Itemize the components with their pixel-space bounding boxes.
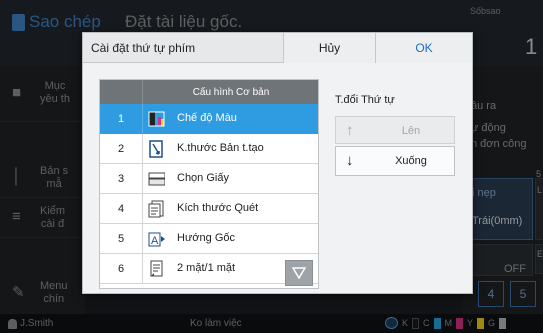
scroll-down-button[interactable]: [285, 260, 313, 286]
arrow-down-icon: ↓: [346, 152, 354, 169]
row-number: 1: [100, 104, 143, 134]
row-label: 2 mặt/1 mặt: [177, 262, 236, 274]
paper-tray-icon: [148, 172, 165, 186]
row-label: Kích thước Quét: [177, 202, 259, 214]
ok-button[interactable]: OK: [375, 33, 472, 63]
list-item[interactable]: 3 Chọn Giấy: [100, 164, 318, 194]
list-item[interactable]: 2 K.thước Bản t.tạo: [100, 134, 318, 164]
screen: Sao chép Đặt tài liệu gốc. Sốbsao 1 ■ Mụ…: [0, 0, 543, 333]
row-number: 5: [100, 224, 143, 254]
change-order-label: T.đổi Thứ tự: [335, 94, 395, 106]
svg-text:A: A: [151, 235, 159, 247]
row-label: Chế độ Màu: [177, 112, 237, 124]
arrow-up-icon: ↑: [346, 122, 354, 139]
orientation-icon: A: [148, 232, 165, 247]
move-down-label: Xuống: [395, 155, 427, 167]
triangle-down-icon: [292, 267, 306, 279]
color-mode-icon: [148, 111, 165, 127]
row-number: 6: [100, 254, 143, 284]
dialog-title: Cài đặt thứ tự phím: [91, 41, 196, 55]
row-label: Chọn Giấy: [177, 172, 229, 184]
list-header: Cấu hình Cơ bản: [100, 80, 318, 104]
cancel-button[interactable]: Hủy: [283, 33, 375, 63]
key-order-dialog: Cài đặt thứ tự phím Hủy OK Cấu hình Cơ b…: [82, 32, 473, 294]
original-size-icon: [149, 140, 163, 158]
row-label: Hướng Gốc: [177, 232, 235, 244]
list-header-number: [100, 80, 143, 104]
move-down-button[interactable]: ↓ Xuống: [335, 146, 455, 176]
dialog-header: Cài đặt thứ tự phím Hủy OK: [83, 33, 472, 63]
list-item[interactable]: 4 Kích thước Quét: [100, 194, 318, 224]
key-list: Cấu hình Cơ bản 1 Chế độ Màu 2 K.thước B…: [99, 79, 319, 289]
row-number: 3: [100, 164, 143, 194]
duplex-icon: [150, 260, 163, 277]
list-item[interactable]: 5 A Hướng Gốc: [100, 224, 318, 254]
scan-size-icon: [148, 200, 164, 218]
row-number: 2: [100, 134, 143, 164]
move-up-button[interactable]: ↑ Lên: [335, 116, 455, 144]
list-item[interactable]: 1 Chế độ Màu: [100, 104, 318, 134]
row-label: K.thước Bản t.tạo: [177, 142, 264, 154]
list-header-title: Cấu hình Cơ bản: [192, 86, 270, 98]
row-number: 4: [100, 194, 143, 224]
move-up-label: Lên: [401, 125, 421, 137]
